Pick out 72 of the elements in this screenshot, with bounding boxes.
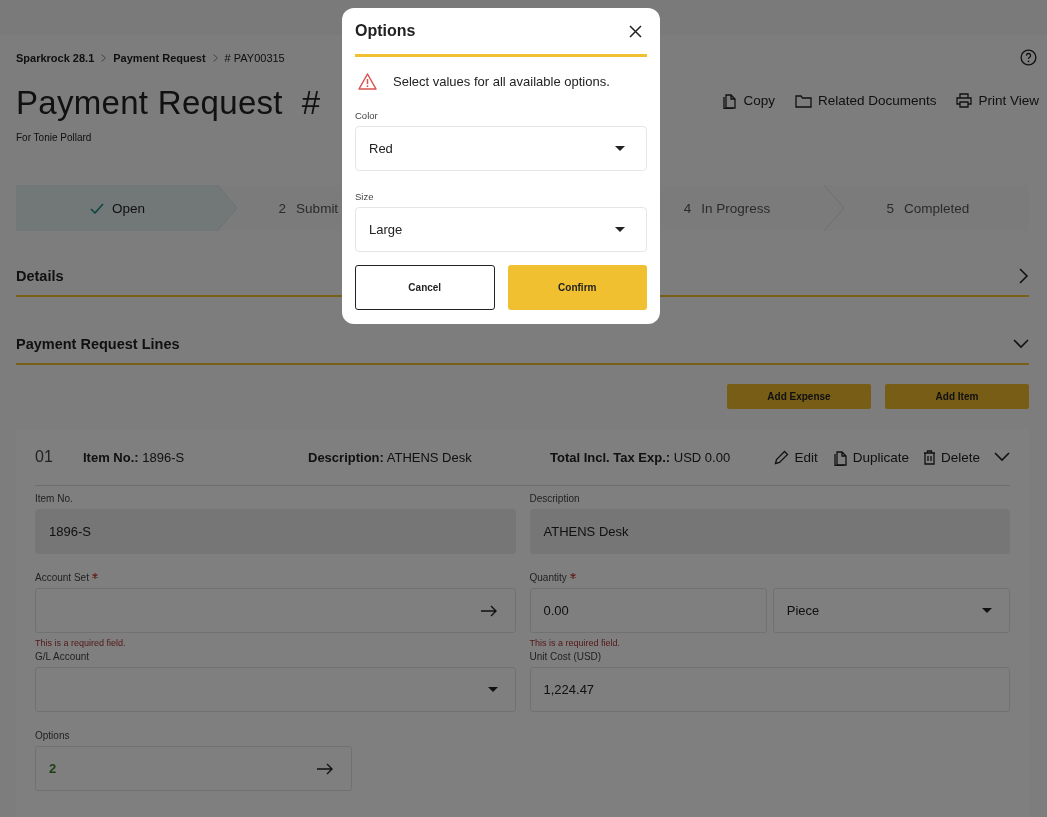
chevron-right-icon xyxy=(1019,268,1029,284)
folder-action-button[interactable]: Related Documents xyxy=(794,92,937,109)
line-summary: Item No.: 1896-S xyxy=(83,449,186,465)
field-label: Quantity xyxy=(529,572,567,583)
caret-down-icon xyxy=(487,687,498,692)
step-number: 5 xyxy=(886,200,894,216)
breadcrumb-item[interactable]: Payment Request xyxy=(113,51,206,64)
dropdown-field[interactable] xyxy=(35,667,516,712)
add-button[interactable]: Add Expense xyxy=(727,384,871,409)
error-message: This is a required field. xyxy=(529,638,622,648)
arrow-right-icon xyxy=(317,762,335,775)
line-number: 01 xyxy=(35,448,54,466)
breadcrumb-item[interactable]: Sparkrock 28.1 xyxy=(16,51,95,64)
caret-down-icon xyxy=(615,227,625,232)
step-label: Submit xyxy=(296,200,339,216)
field-label: Size xyxy=(355,191,375,202)
edit-button[interactable]: Edit xyxy=(774,449,818,465)
folder-icon xyxy=(794,93,812,108)
duplicate-button[interactable]: Duplicate xyxy=(831,448,909,466)
caret-down-icon xyxy=(615,146,625,151)
lookup-field[interactable] xyxy=(35,588,516,633)
chevron-down-icon xyxy=(1013,339,1029,349)
field-label: Unit Cost (USD) xyxy=(529,651,602,662)
copy-icon xyxy=(831,448,848,466)
breadcrumb-separator-icon xyxy=(212,53,218,62)
field-label: Item No. xyxy=(35,493,73,504)
warning-icon xyxy=(358,73,377,90)
step-label: In Progress xyxy=(701,200,771,216)
breadcrumb-item: # PAY00315 xyxy=(224,51,285,64)
dropdown-field[interactable]: Large xyxy=(355,207,647,252)
trash-icon xyxy=(922,449,936,465)
copy-action-button[interactable]: Copy xyxy=(721,92,775,109)
breadcrumb-separator-icon xyxy=(101,53,107,62)
step-label: Open xyxy=(112,200,146,216)
line-summary: Description: ATHENS Desk xyxy=(308,449,473,465)
dialog-title: Options xyxy=(355,22,416,40)
lookup-field[interactable]: 2 xyxy=(35,746,353,791)
field-label: Color xyxy=(355,110,379,121)
step-number: 2 xyxy=(278,200,287,216)
chevron-down-icon[interactable] xyxy=(994,452,1010,462)
unit-dropdown[interactable]: Piece xyxy=(772,588,1010,633)
field-label: Account Set xyxy=(35,572,89,583)
arrow-right-icon xyxy=(480,604,498,617)
field-label: Options xyxy=(35,730,70,741)
printer-icon xyxy=(956,93,973,108)
dropdown-field[interactable]: Red xyxy=(355,126,647,171)
cancel-button[interactable]: Cancel xyxy=(355,265,495,310)
readonly-field: ATHENS Desk xyxy=(529,509,1010,554)
pencil-icon xyxy=(774,449,790,465)
copy-icon xyxy=(721,92,738,109)
step-label: Completed xyxy=(903,200,970,216)
error-message: This is a required field. xyxy=(35,638,127,648)
text-field[interactable]: 1,224.47 xyxy=(529,667,1010,712)
help-icon[interactable] xyxy=(1020,49,1037,66)
check-icon xyxy=(90,202,104,214)
page-title: Payment Request # xyxy=(16,84,321,122)
delete-button[interactable]: Delete xyxy=(922,449,980,465)
section-title: Payment Request Lines xyxy=(16,336,180,352)
step-number: 4 xyxy=(683,200,692,216)
warning-message: Select values for all available options. xyxy=(393,74,610,89)
field-label: G/L Account xyxy=(35,651,90,662)
section-title: Details xyxy=(16,268,64,284)
add-button[interactable]: Add Item xyxy=(885,384,1029,409)
field-label: Description xyxy=(529,493,580,504)
print-action-button[interactable]: Print View xyxy=(956,92,1039,109)
page-subtitle: For Tonie Pollard xyxy=(16,132,93,143)
caret-down-icon xyxy=(982,608,992,613)
quantity-field[interactable]: 0.00 xyxy=(529,588,767,633)
confirm-button[interactable]: Confirm xyxy=(507,265,647,310)
line-summary: Total Incl. Tax Exp.: USD 0.00 xyxy=(550,449,731,465)
close-icon[interactable] xyxy=(629,24,642,38)
readonly-field: 1896-S xyxy=(35,509,516,554)
